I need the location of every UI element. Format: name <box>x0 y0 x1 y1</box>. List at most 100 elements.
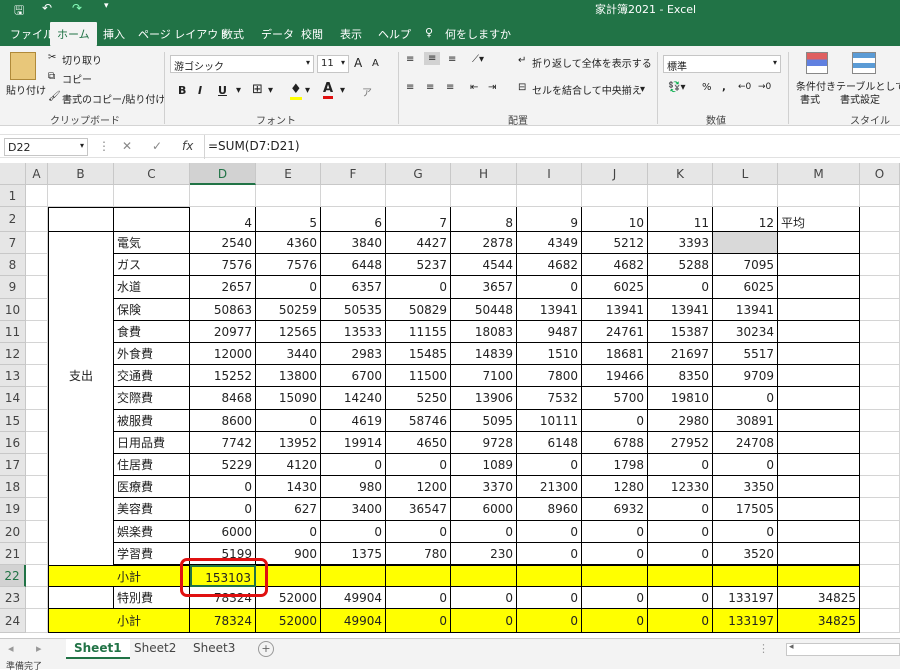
cell[interactable] <box>48 521 114 543</box>
expense-value[interactable]: 4427 <box>386 232 451 254</box>
expense-value[interactable]: 27952 <box>648 432 713 454</box>
cell[interactable] <box>860 276 900 299</box>
cell[interactable] <box>778 276 860 299</box>
expense-value[interactable]: 21697 <box>648 343 713 365</box>
cell[interactable] <box>26 476 48 498</box>
cell[interactable] <box>860 521 900 543</box>
subtotal2-value[interactable]: 52000 <box>256 609 321 633</box>
cell[interactable] <box>26 587 48 609</box>
expense-value[interactable]: 3370 <box>451 476 517 498</box>
row-header-9[interactable]: 9 <box>0 276 26 299</box>
cell[interactable] <box>48 498 114 521</box>
expense-value[interactable]: 13952 <box>256 432 321 454</box>
cell[interactable] <box>48 299 114 321</box>
scroll-left-arrow-icon[interactable]: ◂ <box>789 642 794 652</box>
align-left-icon[interactable]: ≡ <box>406 82 414 93</box>
expense-value[interactable]: 8600 <box>190 410 256 432</box>
expense-value[interactable]: 18083 <box>451 321 517 343</box>
cell[interactable] <box>778 232 860 254</box>
paste-icon[interactable] <box>10 52 36 80</box>
col-header-o[interactable]: O <box>860 163 900 185</box>
expense-value[interactable]: 0 <box>648 543 713 565</box>
expense-value[interactable] <box>713 232 778 254</box>
row-header-18[interactable]: 18 <box>0 476 26 498</box>
cell[interactable] <box>860 565 900 587</box>
special-value[interactable]: 133197 <box>713 587 778 609</box>
tab-formulas[interactable]: 数式 <box>222 26 244 42</box>
grow-font-button[interactable]: A <box>354 56 362 70</box>
expense-value[interactable]: 6148 <box>517 432 582 454</box>
expense-value[interactable]: 50448 <box>451 299 517 321</box>
cell[interactable] <box>26 498 48 521</box>
wrap-text-button[interactable]: 折り返して全体を表示する <box>532 55 652 70</box>
cell[interactable] <box>778 476 860 498</box>
special-value[interactable]: 0 <box>648 587 713 609</box>
phonetic-icon[interactable]: ア <box>362 84 372 99</box>
expense-value[interactable]: 0 <box>190 476 256 498</box>
expense-value[interactable]: 30891 <box>713 410 778 432</box>
expense-value[interactable]: 24761 <box>582 321 648 343</box>
expense-value[interactable]: 0 <box>517 276 582 299</box>
expense-value[interactable]: 6025 <box>582 276 648 299</box>
cell[interactable] <box>778 254 860 276</box>
format-painter-button[interactable]: 書式のコピー/貼り付け <box>62 91 165 106</box>
expense-value[interactable]: 2983 <box>321 343 386 365</box>
cell[interactable] <box>321 185 386 207</box>
row-header-13[interactable]: 13 <box>0 365 26 387</box>
col-header-h[interactable]: H <box>451 163 517 185</box>
expense-value[interactable]: 30234 <box>713 321 778 343</box>
conditional-format-button-line2[interactable]: 書式 <box>800 91 820 106</box>
wrap-text-icon[interactable]: ↵ <box>518 55 526 66</box>
col-header-i[interactable]: I <box>517 163 582 185</box>
fill-color-icon[interactable]: ♦ <box>290 82 302 100</box>
number-format-combo[interactable]: 標準 ▾ <box>663 55 781 73</box>
average-header[interactable]: 平均 <box>778 207 860 232</box>
expense-value[interactable]: 1798 <box>582 454 648 476</box>
horizontal-scrollbar[interactable]: ◂ <box>786 642 900 656</box>
expense-value[interactable]: 980 <box>321 476 386 498</box>
expense-value[interactable]: 20977 <box>190 321 256 343</box>
redo-icon[interactable]: ↷ <box>72 1 82 15</box>
expense-value[interactable]: 0 <box>386 276 451 299</box>
expense-value[interactable]: 230 <box>451 543 517 565</box>
cell[interactable] <box>860 543 900 565</box>
expense-value[interactable]: 18681 <box>582 343 648 365</box>
expense-value[interactable]: 15252 <box>190 365 256 387</box>
cut-button[interactable]: 切り取り <box>62 52 102 67</box>
expense-value[interactable]: 7800 <box>517 365 582 387</box>
cell[interactable] <box>26 185 48 207</box>
expense-value[interactable]: 0 <box>713 387 778 410</box>
cell[interactable] <box>778 498 860 521</box>
font-color-icon[interactable]: A <box>323 81 334 99</box>
expense-label[interactable]: 学習費 <box>114 543 190 565</box>
subtotal-label[interactable]: 小計 <box>114 565 190 587</box>
expense-value[interactable]: 5250 <box>386 387 451 410</box>
shrink-font-button[interactable]: A <box>372 58 379 69</box>
expense-label[interactable]: 日用品費 <box>114 432 190 454</box>
row-header-21[interactable]: 21 <box>0 543 26 565</box>
expense-value[interactable]: 3840 <box>321 232 386 254</box>
decrease-decimal-icon[interactable]: →0 <box>758 82 771 92</box>
cell[interactable] <box>860 321 900 343</box>
cell[interactable] <box>713 565 778 587</box>
subtotal2-value[interactable]: 0 <box>386 609 451 633</box>
expense-value[interactable]: 0 <box>582 543 648 565</box>
expense-value[interactable]: 13941 <box>582 299 648 321</box>
cell[interactable] <box>114 185 190 207</box>
expense-value[interactable]: 4682 <box>582 254 648 276</box>
special-value[interactable]: 0 <box>451 587 517 609</box>
chevron-down-icon[interactable]: ▾ <box>340 85 345 96</box>
cell[interactable] <box>713 185 778 207</box>
formula-input[interactable]: =SUM(D7:D21) <box>208 139 300 153</box>
tab-file[interactable]: ファイル <box>10 26 54 42</box>
cell[interactable] <box>26 321 48 343</box>
cell[interactable] <box>860 365 900 387</box>
cell[interactable] <box>386 565 451 587</box>
row-header-16[interactable]: 16 <box>0 432 26 454</box>
cell[interactable] <box>860 185 900 207</box>
cell[interactable] <box>26 543 48 565</box>
tell-me-search[interactable]: 何をしますか <box>445 26 511 42</box>
cell[interactable] <box>386 185 451 207</box>
cell[interactable] <box>778 432 860 454</box>
expense-value[interactable]: 3520 <box>713 543 778 565</box>
